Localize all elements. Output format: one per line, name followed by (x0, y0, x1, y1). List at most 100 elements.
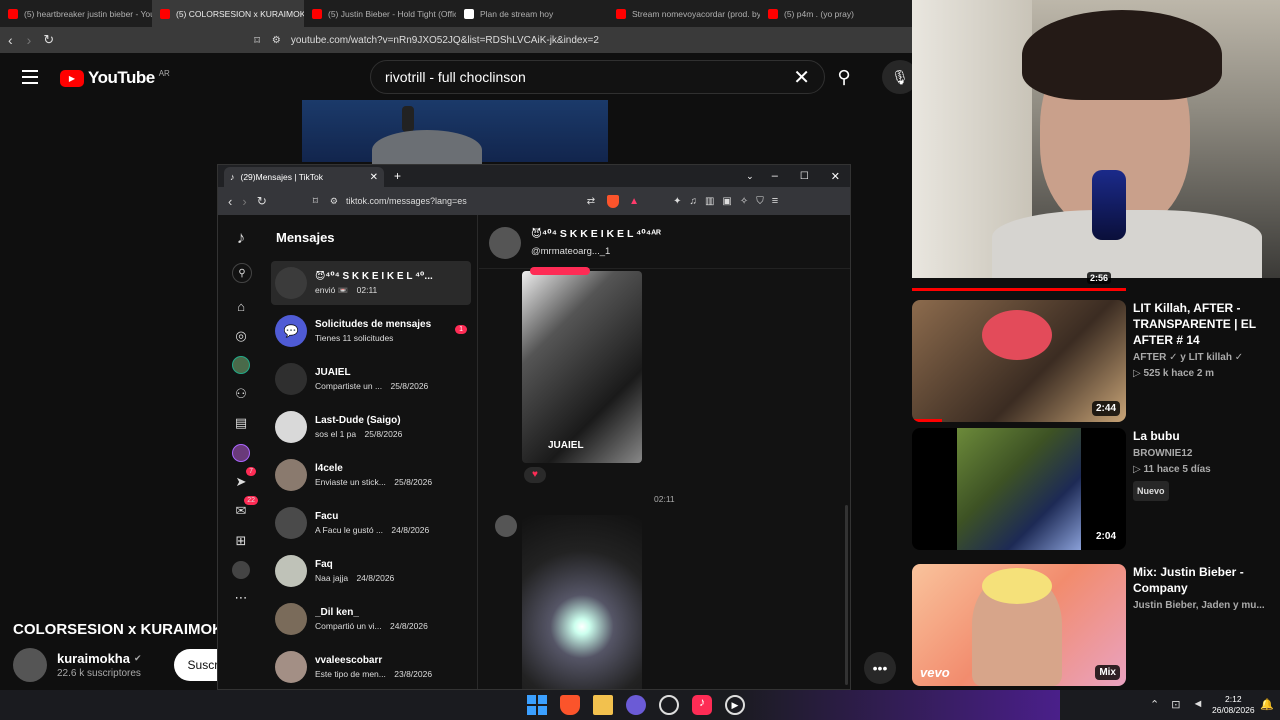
video-player[interactable] (302, 100, 608, 170)
browser-tab[interactable]: (5) heartbreaker justin bieber - YouTu (0, 0, 152, 27)
brave-browser-icon[interactable] (560, 695, 580, 715)
avatar[interactable] (495, 515, 517, 537)
browser-tab[interactable]: (5) Justin Bieber - Hold Tight (Official (304, 0, 456, 27)
tiktok-logo-icon[interactable]: ♪ (232, 228, 250, 247)
start-icon[interactable] (527, 695, 547, 715)
avatar (275, 459, 307, 491)
leo-icon[interactable]: ✧ (740, 196, 748, 207)
site-info-icon[interactable]: ⚙ (330, 196, 338, 207)
site-info-icon[interactable]: ⚙ (272, 35, 281, 46)
url-text[interactable]: tiktok.com/messages?lang=es (346, 196, 467, 206)
app-icon[interactable] (626, 695, 646, 715)
home-icon[interactable]: ⌂ (232, 297, 250, 315)
new-tab-icon[interactable]: + (394, 169, 401, 183)
video-title[interactable]: LIT Killah, AFTER - TRANSPARENTE | EL AF… (1133, 300, 1273, 348)
search-icon[interactable]: ⚲ (232, 263, 252, 283)
extensions-icon[interactable]: ✦ (673, 196, 681, 207)
video-thumbnail[interactable]: 2:04 (912, 428, 1126, 550)
scrollbar[interactable] (845, 505, 848, 685)
conversation-item[interactable]: Facu A Facu le gustó ... 24/8/2026 (271, 501, 471, 545)
vpn-icon[interactable]: ⛉ (756, 196, 764, 207)
translate-icon[interactable]: ⇄ (587, 196, 595, 207)
forward-icon[interactable]: › (27, 32, 32, 48)
tiktok-tab[interactable]: ♪ (29)Mensajes | TikTok ✕ (224, 167, 384, 187)
menu-icon[interactable] (22, 70, 38, 84)
youtube-logo[interactable]: ▶ YouTube AR (60, 68, 170, 88)
obs-icon[interactable] (659, 695, 679, 715)
media-player-icon[interactable]: ▶ (725, 695, 745, 715)
video-thumbnail[interactable]: vevo Mix (912, 564, 1126, 686)
reload-icon[interactable]: ↻ (257, 194, 267, 208)
shared-video-card[interactable]: JUAIEL (522, 267, 642, 463)
conversation-item[interactable]: 💬 Solicitudes de mensajes Tienes 11 solici… (271, 309, 471, 353)
video-title[interactable]: La bubu (1133, 428, 1273, 444)
avatar (275, 651, 307, 683)
maximize-icon[interactable]: ☐ (800, 171, 809, 182)
search-input[interactable]: rivotrill - full choclinson ✕ (370, 60, 825, 94)
conversation-item[interactable]: JUAIEL Compartiste un ... 25/8/2026 (271, 357, 471, 401)
conversation-item[interactable]: l4cele Enviaste un stick... 25/8/2026 (271, 453, 471, 497)
brave-shield-icon[interactable] (607, 194, 620, 208)
conversation-item[interactable]: Last-Dude (Saigo) sos el 1 pa 25/8/2026 (271, 405, 471, 449)
video-thumbnail[interactable]: 2:44 (912, 300, 1126, 422)
chat-user-handle[interactable]: @mrmateoarg..._1 (531, 246, 610, 257)
brave-rewards-icon[interactable]: ▲ (629, 196, 639, 207)
conversation-item[interactable]: vvaleescobarr Este tipo de men... 23/8/20… (271, 645, 471, 689)
friends-icon[interactable]: ⚇ (232, 385, 250, 403)
media-icon[interactable]: ♫ (689, 196, 697, 207)
minimize-icon[interactable]: – (772, 170, 778, 182)
activity-icon[interactable]: ➤ 7 (232, 467, 256, 491)
avatar[interactable] (489, 227, 521, 259)
channel-name[interactable]: AFTER ✓ y LIT killah ✓ (1133, 350, 1273, 366)
explore-icon[interactable]: ◎ (232, 327, 250, 345)
profile-avatar-icon[interactable] (232, 444, 250, 462)
tab-search-icon[interactable]: ⌄ (746, 171, 754, 182)
browser-tab[interactable]: Stream nomevoyacordar (prod. by di (608, 0, 760, 27)
channel-name[interactable]: BROWNIE12 (1133, 446, 1273, 462)
more-icon[interactable]: ⋯ (232, 589, 250, 607)
chat-user-name[interactable]: 😈⁴⁰⁴ S K K E I K E L ⁴⁰⁴ᴬᴿ (531, 228, 661, 240)
browser-tab[interactable]: (5) COLORSESION x KURAIMOKHA✕ (152, 0, 304, 27)
notifications-icon[interactable]: 🔔 (1260, 698, 1274, 711)
forward-icon[interactable]: › (242, 194, 246, 209)
bookmark-icon[interactable]: ⌑ (313, 196, 318, 207)
bookmark-icon[interactable]: ⌑ (254, 34, 260, 47)
volume-icon[interactable]: ◄ (1192, 698, 1203, 711)
reload-icon[interactable]: ↻ (43, 32, 54, 48)
menu-icon[interactable]: ≡ (772, 195, 778, 207)
upload-icon[interactable]: ⊞ (232, 532, 250, 550)
avatar[interactable] (13, 648, 47, 682)
search-icon[interactable]: ⚲ (826, 60, 862, 94)
file-explorer-icon[interactable] (593, 695, 613, 715)
clock-time[interactable]: 2:12 (1212, 694, 1255, 705)
avatar (275, 411, 307, 443)
video-title[interactable]: Mix: Justin Bieber - Company (1133, 564, 1273, 596)
conversation-item[interactable]: 😈⁴⁰⁴ S K K E I K E L ⁴⁰... envió 📼 02:11 (271, 261, 471, 305)
url-text[interactable]: youtube.com/watch?v=nRn9JXO52JQ&list=RDS… (291, 35, 599, 46)
duration-badge: 2:04 (1091, 529, 1120, 544)
browser-tab[interactable]: (5) p4m . (yo pray) (760, 0, 912, 27)
conversation-item[interactable]: Faq Naa jajja 24/8/2026 (271, 549, 471, 593)
close-tab-icon[interactable]: ✕ (370, 172, 378, 183)
tray-chevron-icon[interactable]: ⌃ (1150, 698, 1159, 711)
heart-reaction[interactable]: ♥ (524, 467, 546, 483)
creator-icon[interactable] (232, 561, 250, 579)
tiktok-icon[interactable]: ♪ (692, 695, 712, 715)
clear-search-icon[interactable]: ✕ (793, 65, 810, 90)
shared-video-card[interactable] (522, 515, 642, 689)
back-icon[interactable]: ‹ (228, 194, 232, 209)
following-avatar-icon[interactable] (232, 356, 250, 374)
channel-name[interactable]: kuraimokha (57, 651, 130, 666)
live-icon[interactable]: ▤ (232, 414, 250, 432)
network-icon[interactable]: ⊡ (1171, 698, 1180, 711)
more-options-icon[interactable]: ••• (864, 652, 896, 684)
browser-tab[interactable]: Plan de stream hoy (456, 0, 608, 27)
clock-date[interactable]: 26/08/2026 (1212, 705, 1255, 716)
conversation-item[interactable]: _Dil ken_ Compartió un vi... 24/8/2026 (271, 597, 471, 641)
back-icon[interactable]: ‹ (8, 32, 13, 48)
close-window-icon[interactable]: ✕ (831, 170, 840, 183)
inbox-icon[interactable]: ✉ 22 (232, 496, 258, 520)
channel-name[interactable]: Justin Bieber, Jaden y mu... (1133, 598, 1273, 614)
sidebar-icon[interactable]: ▥ (705, 196, 714, 207)
wallet-icon[interactable]: ▣ (722, 196, 731, 207)
